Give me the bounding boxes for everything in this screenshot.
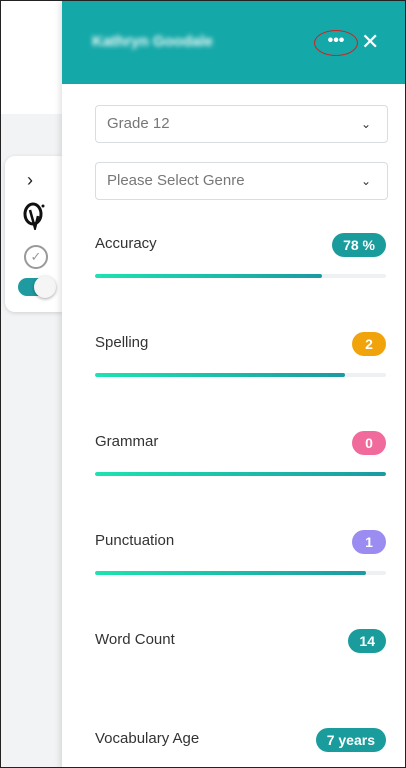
check-circle-icon[interactable]: ✓	[24, 245, 48, 269]
metric-label: Spelling	[95, 334, 149, 351]
progress-fill	[95, 373, 346, 377]
metric-spelling: Spelling 2	[95, 332, 388, 394]
progress-fill	[95, 472, 386, 476]
metric-label: Grammar	[95, 433, 159, 450]
progress-fill	[95, 274, 322, 278]
metric-vocabulary-age: Vocabulary Age 7 years	[95, 728, 388, 767]
metric-label: Word Count	[95, 631, 175, 648]
grade-select-value: Grade 12	[107, 115, 170, 132]
mini-toolbar: › ✓	[5, 156, 62, 312]
app-logo-icon	[23, 202, 45, 230]
background-top	[1, 1, 62, 114]
metric-badge: 1	[352, 530, 386, 554]
metric-badge: 78 %	[332, 233, 386, 257]
progress-track	[95, 472, 386, 476]
progress-track	[95, 571, 386, 575]
progress-track	[95, 274, 386, 278]
metric-label: Vocabulary Age	[95, 730, 200, 747]
genre-select[interactable]: Please Select Genre ⌄	[95, 162, 388, 200]
grade-select[interactable]: Grade 12 ⌄	[95, 105, 388, 143]
metric-badge: 14	[348, 629, 386, 653]
metric-badge: 0	[352, 431, 386, 455]
metric-badge: 7 years	[315, 728, 386, 752]
metric-label: Accuracy	[95, 235, 157, 252]
metric-accuracy: Accuracy 78 %	[95, 233, 388, 295]
more-options-button[interactable]: •••	[314, 30, 358, 56]
chevron-down-icon: ⌄	[360, 174, 371, 188]
toggle-switch[interactable]	[18, 276, 56, 298]
metric-word-count: Word Count 14	[95, 629, 388, 691]
student-panel: Kathryn Goodale ••• ✕ Grade 12 ⌄ Please …	[62, 1, 405, 767]
progress-fill	[95, 571, 366, 575]
app-frame: › ✓ Kathryn Goodale ••• ✕ Grade 12 ⌄ Ple…	[0, 0, 406, 768]
close-button[interactable]: ✕	[361, 29, 379, 55]
chevron-down-icon: ⌄	[360, 117, 371, 131]
progress-track	[95, 373, 386, 377]
metric-badge: 2	[352, 332, 386, 356]
student-name: Kathryn Goodale	[92, 33, 213, 50]
metric-grammar: Grammar 0	[95, 431, 388, 493]
chevron-right-icon[interactable]: ›	[27, 170, 33, 191]
panel-header: Kathryn Goodale ••• ✕	[62, 1, 405, 84]
metric-punctuation: Punctuation 1	[95, 530, 388, 592]
genre-select-placeholder: Please Select Genre	[107, 172, 245, 189]
metric-label: Punctuation	[95, 532, 175, 549]
toggle-knob	[34, 276, 56, 298]
